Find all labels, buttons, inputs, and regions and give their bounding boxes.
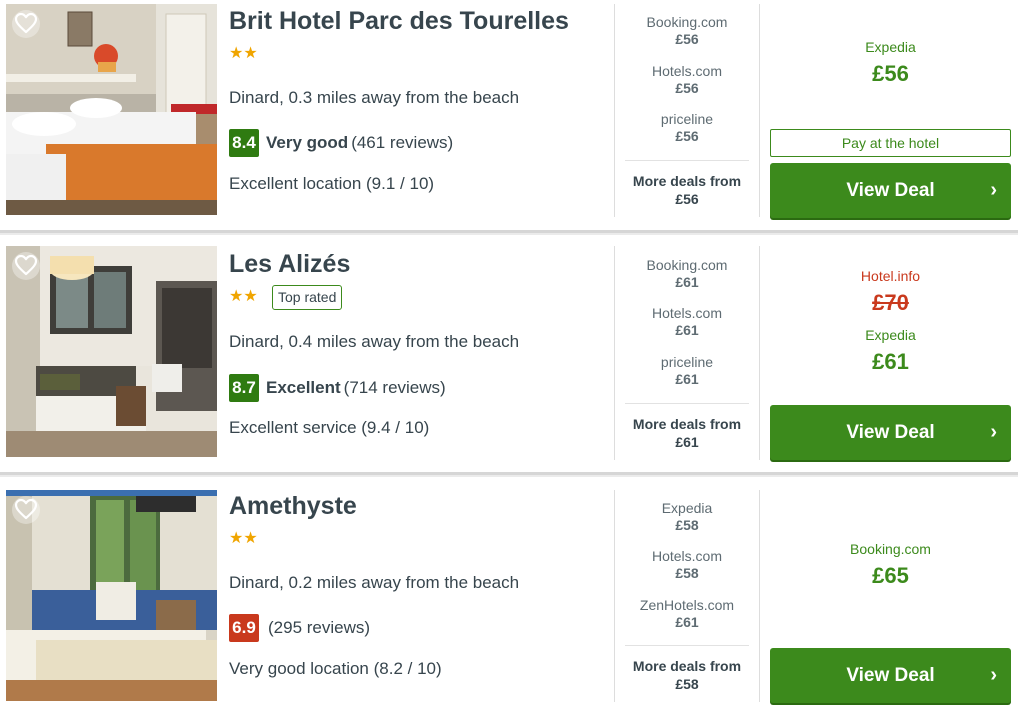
more-deals-price: £58 xyxy=(675,676,699,692)
deal-provider: Booking.com xyxy=(646,14,728,30)
deal-option[interactable]: Hotels.com £56 xyxy=(625,63,749,97)
heart-icon[interactable] xyxy=(11,251,41,281)
best-deal[interactable]: Booking.com £65 xyxy=(770,541,1011,589)
hotel-card: Amethyste ★★ Dinard, 0.2 miles away from… xyxy=(0,480,1018,709)
strike-price: £70 xyxy=(872,290,909,315)
deal-price: £61 xyxy=(675,614,699,630)
heart-icon[interactable] xyxy=(11,495,41,525)
review-count: (461 reviews) xyxy=(351,133,454,152)
deal-provider: Hotels.com xyxy=(651,63,723,79)
top-rated-badge: Top rated xyxy=(272,285,343,310)
review-summary[interactable]: 8.4 Very good (461 reviews) xyxy=(229,129,453,157)
rating-word: Very good xyxy=(266,133,349,152)
rating-word: Excellent xyxy=(266,378,341,397)
hotel-name[interactable]: Amethyste xyxy=(229,492,357,521)
hotel-photo[interactable] xyxy=(6,4,217,215)
pay-at-hotel-badge: Pay at the hotel xyxy=(770,129,1011,157)
deal-price: £56 xyxy=(675,80,699,96)
view-deal-button[interactable]: View Deal › xyxy=(770,405,1011,460)
view-deal-label: View Deal xyxy=(846,180,935,201)
deal-price: £56 xyxy=(675,128,699,144)
deal-provider: Expedia xyxy=(661,500,713,516)
more-deals-link[interactable]: More deals from £58 xyxy=(625,645,749,693)
deal-option[interactable]: Booking.com £61 xyxy=(625,257,749,291)
chevron-right-icon: › xyxy=(990,664,997,686)
deal-provider: priceline xyxy=(660,354,714,370)
divider xyxy=(614,490,615,702)
divider xyxy=(759,490,760,702)
more-deals-link[interactable]: More deals from £56 xyxy=(625,160,749,208)
review-score-badge: 8.7 xyxy=(229,374,259,402)
more-deals-label: More deals from xyxy=(632,416,742,432)
best-deal[interactable]: Expedia £56 xyxy=(770,39,1011,87)
deal-price: £58 xyxy=(675,565,699,581)
chevron-right-icon: › xyxy=(990,421,997,443)
card-separator xyxy=(0,227,1018,238)
sub-rating: Very good location (8.2 / 10) xyxy=(229,659,442,678)
deal-price: £58 xyxy=(675,517,699,533)
sub-rating: Excellent location (9.1 / 10) xyxy=(229,174,435,193)
review-summary[interactable]: 8.7 Excellent (714 reviews) xyxy=(229,374,446,402)
hotel-distance: Dinard, 0.3 miles away from the beach xyxy=(229,88,520,107)
divider xyxy=(759,246,760,460)
deal-provider: ZenHotels.com xyxy=(639,597,735,613)
deal-option[interactable]: ZenHotels.com £61 xyxy=(625,597,749,631)
deal-provider: Booking.com xyxy=(646,257,728,273)
star-rating: ★★ xyxy=(229,45,258,62)
hotel-distance: Dinard, 0.2 miles away from the beach xyxy=(229,573,520,592)
hotel-card: Brit Hotel Parc des Tourelles ★★ Dinard,… xyxy=(0,0,1018,227)
star-rating: ★★ xyxy=(229,288,258,305)
deal-provider: Hotels.com xyxy=(651,305,723,321)
deal-price: £56 xyxy=(675,31,699,47)
strike-provider: Hotel.info xyxy=(860,268,921,284)
heart-icon[interactable] xyxy=(11,9,41,39)
review-count: (295 reviews) xyxy=(268,618,371,637)
card-separator xyxy=(0,469,1018,480)
deal-option[interactable]: Hotels.com £61 xyxy=(625,305,749,339)
hotel-name[interactable]: Brit Hotel Parc des Tourelles xyxy=(229,7,569,36)
best-deal[interactable]: Expedia £61 xyxy=(770,327,1011,375)
deal-option[interactable]: priceline £56 xyxy=(625,111,749,145)
view-deal-label: View Deal xyxy=(846,422,935,443)
hotel-name[interactable]: Les Alizés xyxy=(229,250,350,279)
review-score-badge: 6.9 xyxy=(229,614,259,642)
deal-option[interactable]: Hotels.com £58 xyxy=(625,548,749,582)
divider xyxy=(614,246,615,460)
deal-option[interactable]: Expedia £58 xyxy=(625,500,749,534)
review-score-badge: 8.4 xyxy=(229,129,259,157)
deal-option[interactable]: Booking.com £56 xyxy=(625,14,749,48)
best-deal-provider: Expedia xyxy=(865,39,916,55)
best-deal-provider: Expedia xyxy=(865,327,916,343)
review-summary[interactable]: 6.9 (295 reviews) xyxy=(229,614,370,642)
deal-provider: Hotels.com xyxy=(651,548,723,564)
more-deals-link[interactable]: More deals from £61 xyxy=(625,403,749,451)
review-count: (714 reviews) xyxy=(343,378,446,397)
hotel-card: Les Alizés ★★ Top rated Dinard, 0.4 mile… xyxy=(0,238,1018,469)
deal-price: £61 xyxy=(675,322,699,338)
divider xyxy=(759,4,760,217)
more-deals-price: £61 xyxy=(675,434,699,450)
crossed-out-deal: Hotel.info £70 xyxy=(770,268,1011,316)
best-deal-price: £65 xyxy=(872,563,909,588)
sub-rating: Excellent service (9.4 / 10) xyxy=(229,418,430,437)
best-deal-price: £56 xyxy=(872,61,909,86)
deal-provider: priceline xyxy=(660,111,714,127)
more-deals-label: More deals from xyxy=(632,173,742,189)
view-deal-label: View Deal xyxy=(846,665,935,686)
chevron-right-icon: › xyxy=(990,179,997,201)
more-deals-label: More deals from xyxy=(632,658,742,674)
hotel-photo[interactable] xyxy=(6,246,217,457)
best-deal-provider: Booking.com xyxy=(850,541,931,557)
deal-option[interactable]: priceline £61 xyxy=(625,354,749,388)
best-deal-price: £61 xyxy=(872,349,909,374)
hotel-photo[interactable] xyxy=(6,490,217,701)
divider xyxy=(614,4,615,217)
more-deals-price: £56 xyxy=(675,191,699,207)
view-deal-button[interactable]: View Deal › xyxy=(770,163,1011,218)
star-rating: ★★ xyxy=(229,530,258,547)
view-deal-button[interactable]: View Deal › xyxy=(770,648,1011,703)
deal-price: £61 xyxy=(675,274,699,290)
hotel-distance: Dinard, 0.4 miles away from the beach xyxy=(229,332,520,351)
deal-price: £61 xyxy=(675,371,699,387)
